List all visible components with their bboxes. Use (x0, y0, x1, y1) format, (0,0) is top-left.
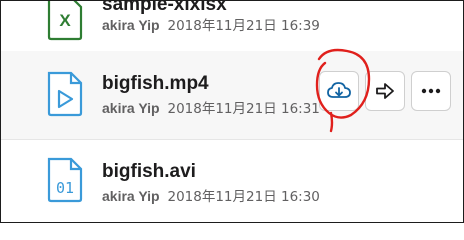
file-name[interactable]: bigfish.mp4 (102, 73, 209, 95)
file-author[interactable]: akira Yip (102, 188, 160, 204)
file-meta: akira Yip 2018年11月21日 16:39 (102, 14, 320, 34)
file-date: 2018年11月21日 16:31 (167, 101, 320, 117)
share-button[interactable] (365, 71, 405, 111)
file-row-bigfish-mp4[interactable]: bigfish.mp4 akira Yip 2018年11月21日 16:31 (1, 51, 463, 139)
download-button[interactable] (319, 71, 359, 111)
more-actions-button[interactable] (411, 71, 451, 111)
file-date: 2018年11月21日 16:30 (167, 189, 320, 205)
spreadsheet-file-icon: X (47, 1, 83, 41)
file-author[interactable]: akira Yip (102, 100, 160, 116)
file-meta: akira Yip 2018年11月21日 16:30 (102, 185, 320, 205)
file-actions (319, 71, 451, 111)
file-row-bigfish-avi[interactable]: 01 bigfish.avi akira Yip 2018年11月21日 16:… (1, 139, 463, 222)
binary-file-icon: 01 (47, 157, 83, 203)
file-row-sample[interactable]: X sample-xlxlsx akira Yip 2018年11月21日 16… (1, 1, 463, 51)
file-author[interactable]: akira Yip (102, 17, 160, 33)
svg-text:X: X (59, 11, 71, 30)
share-arrow-icon (376, 83, 394, 99)
file-date: 2018年11月21日 16:39 (167, 18, 320, 34)
download-icon (327, 82, 351, 98)
video-file-icon (47, 71, 83, 117)
more-icon (421, 88, 441, 94)
file-meta: akira Yip 2018年11月21日 16:31 (102, 97, 320, 117)
svg-text:01: 01 (56, 179, 74, 197)
file-name[interactable]: bigfish.avi (102, 161, 196, 183)
file-list: X sample-xlxlsx akira Yip 2018年11月21日 16… (0, 0, 464, 223)
